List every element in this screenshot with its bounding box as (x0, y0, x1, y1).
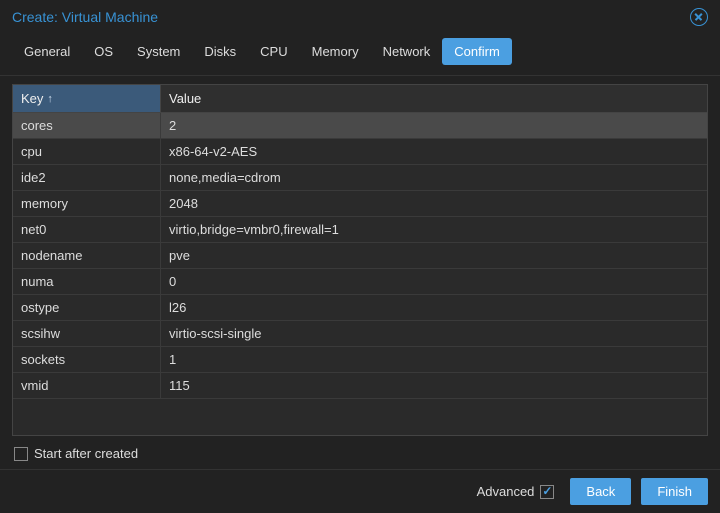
row-value: 2048 (161, 191, 707, 216)
dialog-footer: Advanced Back Finish (0, 469, 720, 513)
start-after-created-label: Start after created (34, 446, 138, 461)
row-value: 2 (161, 113, 707, 138)
tab-os[interactable]: OS (82, 38, 125, 65)
tab-network[interactable]: Network (371, 38, 443, 65)
create-vm-dialog: Create: Virtual Machine General OS Syste… (0, 0, 720, 513)
titlebar: Create: Virtual Machine (0, 0, 720, 32)
row-value: l26 (161, 295, 707, 320)
row-value: pve (161, 243, 707, 268)
column-header-value[interactable]: Value (161, 85, 707, 112)
grid-header: Key ↑ Value (13, 85, 707, 113)
table-row[interactable]: sockets 1 (13, 347, 707, 373)
row-value: virtio-scsi-single (161, 321, 707, 346)
close-icon[interactable] (690, 8, 708, 26)
tab-disks[interactable]: Disks (192, 38, 248, 65)
row-key: cores (13, 113, 161, 138)
back-button[interactable]: Back (570, 478, 631, 505)
grid-body: cores 2 cpu x86-64-v2-AES ide2 none,medi… (13, 113, 707, 435)
row-key: scsihw (13, 321, 161, 346)
row-key: memory (13, 191, 161, 216)
tab-cpu[interactable]: CPU (248, 38, 299, 65)
advanced-label: Advanced (477, 484, 535, 499)
row-value: virtio,bridge=vmbr0,firewall=1 (161, 217, 707, 242)
row-key: net0 (13, 217, 161, 242)
column-header-key[interactable]: Key ↑ (13, 85, 161, 112)
tab-system[interactable]: System (125, 38, 192, 65)
wizard-tabs: General OS System Disks CPU Memory Netwo… (0, 32, 720, 76)
row-key: ostype (13, 295, 161, 320)
row-value: x86-64-v2-AES (161, 139, 707, 164)
tab-confirm[interactable]: Confirm (442, 38, 512, 65)
column-header-key-label: Key (21, 91, 43, 106)
row-key: ide2 (13, 165, 161, 190)
table-row[interactable]: nodename pve (13, 243, 707, 269)
row-key: cpu (13, 139, 161, 164)
table-row[interactable]: net0 virtio,bridge=vmbr0,firewall=1 (13, 217, 707, 243)
row-key: sockets (13, 347, 161, 372)
row-key: vmid (13, 373, 161, 398)
table-row[interactable]: numa 0 (13, 269, 707, 295)
row-value: none,media=cdrom (161, 165, 707, 190)
advanced-checkbox[interactable] (540, 485, 554, 499)
tab-general[interactable]: General (12, 38, 82, 65)
table-row[interactable]: cpu x86-64-v2-AES (13, 139, 707, 165)
dialog-title: Create: Virtual Machine (12, 9, 158, 25)
table-row[interactable]: ostype l26 (13, 295, 707, 321)
finish-button[interactable]: Finish (641, 478, 708, 505)
table-row[interactable]: vmid 115 (13, 373, 707, 399)
row-value: 0 (161, 269, 707, 294)
tab-memory[interactable]: Memory (300, 38, 371, 65)
table-row[interactable]: memory 2048 (13, 191, 707, 217)
row-key: nodename (13, 243, 161, 268)
start-after-created-checkbox[interactable] (14, 447, 28, 461)
sort-asc-icon: ↑ (47, 93, 53, 105)
summary-grid: Key ↑ Value cores 2 cpu x86-64-v2-AES id… (12, 84, 708, 436)
row-key: numa (13, 269, 161, 294)
table-row[interactable]: cores 2 (13, 113, 707, 139)
row-value: 115 (161, 373, 707, 398)
row-value: 1 (161, 347, 707, 372)
below-grid: Start after created (12, 436, 708, 465)
table-row[interactable]: ide2 none,media=cdrom (13, 165, 707, 191)
table-row[interactable]: scsihw virtio-scsi-single (13, 321, 707, 347)
dialog-body: Key ↑ Value cores 2 cpu x86-64-v2-AES id… (0, 76, 720, 469)
advanced-toggle[interactable]: Advanced (477, 484, 555, 499)
